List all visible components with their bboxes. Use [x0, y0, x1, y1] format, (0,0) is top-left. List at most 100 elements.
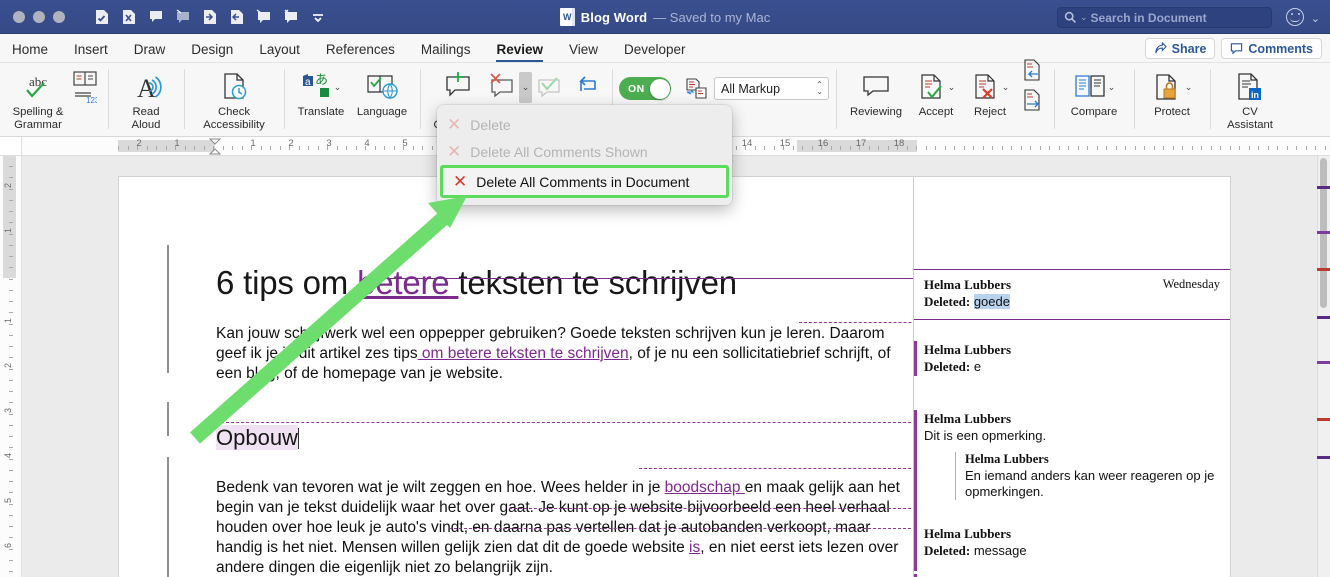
tab-home[interactable]: Home — [0, 42, 61, 62]
close-window-button[interactable] — [13, 10, 25, 23]
svg-text:あ: あ — [315, 72, 328, 87]
markup-view-icon — [686, 77, 707, 99]
delete-comment-icon[interactable] — [488, 70, 518, 104]
vruler-tick — [9, 391, 13, 392]
tab-design[interactable]: Design — [178, 42, 246, 62]
search-chevron-icon[interactable]: ⌄ — [1080, 12, 1088, 23]
reject-change-icon[interactable] — [971, 70, 1001, 104]
comments-button[interactable]: Comments — [1221, 38, 1322, 59]
tab-insert[interactable]: Insert — [61, 42, 121, 62]
tab-developer[interactable]: Developer — [611, 42, 699, 62]
accept-change-button[interactable]: ⌄ Accept — [909, 67, 963, 119]
thesaurus-wordcount-button[interactable]: 123 — [69, 67, 101, 104]
ruler-tick — [1087, 146, 1088, 150]
comment-card[interactable]: Helma Lubbers Deleted: … — [914, 568, 1230, 577]
tab-references[interactable]: References — [313, 42, 408, 62]
account-chevron-icon[interactable]: ⌄ — [1311, 12, 1320, 25]
resolve-comment-button[interactable] — [531, 67, 569, 104]
tab-layout[interactable]: Layout — [246, 42, 313, 62]
delete-all-shown-x-icon: ✕ — [447, 142, 462, 161]
markup-display-select[interactable]: All Markup ⌃ ⌄ — [714, 77, 829, 100]
comment-card[interactable]: Wednesday Helma Lubbers Deleted: goede — [914, 269, 1230, 320]
delete-comment-split-button[interactable]: ⌄ — [488, 67, 533, 104]
comment-card[interactable]: Helma Lubbers Deleted: message — [914, 519, 1230, 568]
previous-comment-icon[interactable] — [574, 70, 600, 104]
previous-comment-button[interactable] — [569, 67, 605, 104]
save-icon[interactable] — [93, 8, 111, 26]
accept-chevron-icon[interactable]: ⌄ — [948, 82, 956, 93]
delete-comment-dropdown-menu[interactable]: ✕ Delete ✕ Delete All Comments Shown ✕ D… — [437, 105, 732, 205]
comments-pane[interactable]: Wednesday Helma Lubbers Deleted: goede H… — [913, 177, 1230, 577]
customize-toolbar-chevron-icon[interactable] — [309, 8, 327, 26]
translate-button[interactable]: aあ ⌄ Translate — [291, 67, 351, 119]
markup-stepper-icon[interactable]: ⌃ ⌄ — [816, 81, 823, 96]
ruler-tick — [1201, 146, 1202, 150]
zoom-window-button[interactable] — [53, 10, 65, 23]
reject-comment-icon[interactable] — [282, 8, 300, 26]
cv-assistant-button[interactable]: in CV Assistant — [1217, 67, 1283, 131]
comment-label: Deleted: — [924, 543, 971, 558]
compare-chevron-icon[interactable]: ⌄ — [1108, 82, 1116, 93]
reject-change-button[interactable]: ⌄ Reject — [963, 67, 1017, 119]
next-change-icon[interactable] — [228, 8, 246, 26]
tab-draw[interactable]: Draw — [121, 42, 179, 62]
track-changes-toggle[interactable]: ON — [619, 77, 671, 100]
ruler-tick — [165, 146, 167, 150]
comment-card[interactable]: Helma Lubbers Deleted: e — [914, 335, 1230, 384]
reviewing-pane-button[interactable]: Reviewing — [843, 67, 909, 119]
ruler-tick — [1277, 146, 1278, 150]
read-aloud-button[interactable]: A Read Aloud — [115, 67, 177, 131]
minimize-window-button[interactable] — [33, 10, 45, 23]
ribbon-group-proofing: abc Spelling &Grammar 123 — [0, 63, 108, 137]
spelling-grammar-button[interactable]: abc Spelling & Grammar — [7, 67, 69, 131]
previous-change-icon[interactable] — [1021, 58, 1043, 86]
ruler-tick — [156, 146, 157, 150]
accept-change-icon[interactable] — [917, 70, 947, 104]
language-button[interactable]: Language — [351, 67, 413, 119]
avatar[interactable] — [1286, 8, 1304, 26]
vruler-tick — [9, 256, 13, 257]
compare-button[interactable]: ⌄ Compare — [1061, 67, 1127, 119]
comment-reply[interactable]: Helma Lubbers En iemand anders kan weer … — [955, 452, 1220, 500]
heading2-text: Opbouw — [216, 425, 298, 450]
ruler-tick — [251, 146, 252, 150]
ruler-tick — [1049, 146, 1050, 150]
paragraph2-part1: Bedenk van tevoren wat je wilt zeggen en… — [216, 479, 665, 496]
tab-review[interactable]: Review — [483, 42, 556, 62]
check-accessibility-button[interactable]: Check Accessibility — [191, 67, 277, 131]
resolve-comment-icon[interactable] — [535, 70, 565, 104]
quick-access-toolbar[interactable] — [93, 8, 327, 26]
ruler-tick — [792, 146, 794, 150]
paragraph2-link-boodschap[interactable]: boodschap — [665, 479, 745, 496]
protect-chevron-icon[interactable]: ⌄ — [1185, 82, 1193, 93]
ruler-tick — [1096, 146, 1098, 150]
spelling-grammar-icon: abc — [18, 70, 58, 104]
comment-icon[interactable] — [147, 8, 165, 26]
vertical-scrollbar[interactable] — [1317, 156, 1330, 577]
ruler-tick — [1229, 146, 1231, 150]
comment-bubble-icon — [1231, 43, 1243, 55]
ruler-tick — [118, 146, 119, 150]
accept-comment-icon[interactable] — [255, 8, 273, 26]
ruler-corner — [0, 137, 22, 155]
reject-chevron-icon[interactable]: ⌄ — [1002, 82, 1010, 93]
search-input[interactable]: ⌄ Search in Document — [1057, 7, 1272, 28]
cv-assistant-linkedin-icon: in — [1234, 70, 1266, 104]
next-change-icon[interactable] — [1021, 88, 1043, 116]
paragraph1-link[interactable]: om betere teksten te schrijven — [418, 345, 629, 362]
cut-icon[interactable] — [120, 8, 138, 26]
paragraph2-link-is[interactable]: is — [689, 539, 700, 556]
protect-button[interactable]: ⌄ Protect — [1141, 67, 1203, 119]
menu-item-delete-all-in-document[interactable]: ✕ Delete All Comments in Document — [440, 165, 729, 198]
window-traffic-lights[interactable] — [0, 10, 65, 23]
vertical-ruler[interactable]: 211234567 — [0, 156, 22, 577]
comment-card[interactable]: Helma Lubbers Dit is een opmerking. Helm… — [914, 404, 1230, 571]
comment-delete-icon[interactable] — [174, 8, 192, 26]
share-button[interactable]: Share — [1144, 38, 1216, 59]
indent-markers-icon[interactable] — [208, 138, 222, 156]
tab-view[interactable]: View — [556, 42, 611, 62]
document-text-column[interactable]: 6 tips om betere teksten te schrijven Ka… — [216, 262, 916, 577]
translate-chevron-icon[interactable]: ⌄ — [334, 82, 342, 93]
previous-change-icon[interactable] — [201, 8, 219, 26]
tab-mailings[interactable]: Mailings — [408, 42, 484, 62]
